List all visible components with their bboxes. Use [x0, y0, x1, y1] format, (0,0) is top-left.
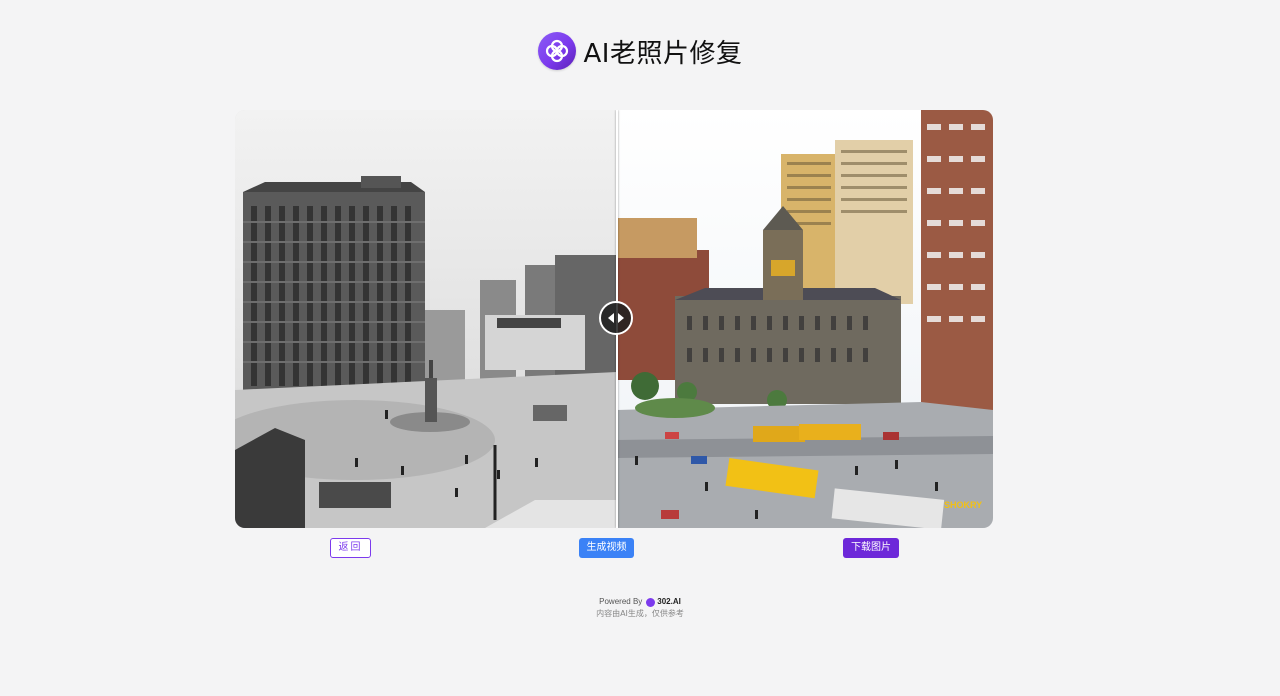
footer: Powered By 302.AI 内容由AI生成，仅供参考	[0, 596, 1280, 620]
image-compare-slider[interactable]: SHOKRY	[235, 110, 993, 528]
left-right-arrows-icon	[608, 313, 624, 323]
compare-handle[interactable]	[599, 301, 633, 335]
app-header: AI老照片修复	[0, 30, 1280, 72]
download-image-button[interactable]: 下载图片	[843, 538, 899, 558]
brand-link[interactable]: 302.AI	[646, 596, 681, 608]
powered-by-row: Powered By 302.AI	[0, 596, 1280, 608]
brand-name: 302.AI	[657, 597, 681, 606]
brand-logo-icon	[646, 597, 656, 607]
restored-color-photo: SHOKRY	[617, 110, 993, 528]
back-button[interactable]: 返回	[330, 538, 371, 558]
generate-video-button[interactable]: 生成视频	[579, 538, 634, 558]
powered-by-text: Powered By	[599, 597, 643, 606]
page-title: AI老照片修复	[583, 38, 743, 69]
clover-logo-icon	[537, 32, 576, 70]
original-bw-photo	[235, 110, 617, 528]
disclaimer-text: 内容由AI生成，仅供参考	[596, 609, 684, 618]
watermark-text: SHOKRY	[944, 500, 982, 510]
